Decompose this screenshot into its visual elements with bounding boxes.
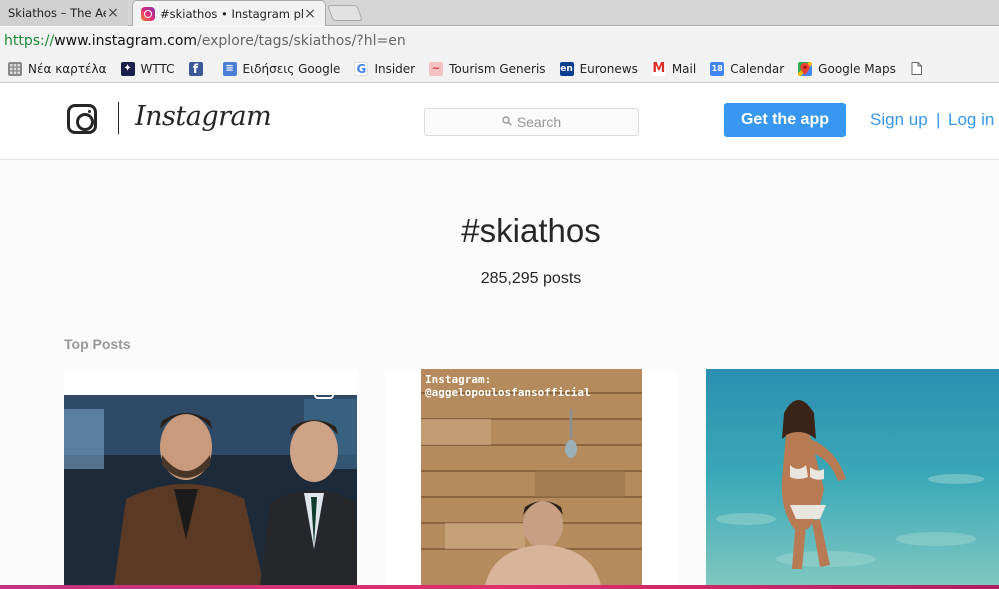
bookmark-label: Google Maps [818, 61, 896, 76]
search-input[interactable]: Search [424, 108, 639, 136]
bookmark-insider[interactable]: G Insider [354, 61, 416, 76]
instagram-camera-icon[interactable] [67, 104, 97, 134]
sign-up-link[interactable]: Sign up [870, 110, 928, 130]
bookmark-label: Mail [671, 61, 697, 76]
bookmark-label: Ειδήσεις Google [242, 61, 341, 76]
page-bottom-gradient-bar [0, 585, 999, 589]
instagram-favicon-icon [141, 6, 155, 21]
instagram-header: Instagram Search Get the app Sign up | L… [0, 83, 999, 160]
top-post-3[interactable] [706, 369, 999, 585]
hashtag-title: #skiathos [461, 212, 601, 249]
bookmark-google-news[interactable]: ≡ Ειδήσεις Google [222, 61, 341, 76]
url-path: /explore/tags/skiathos/?hl=en [197, 33, 406, 49]
browser-tab-skiathos[interactable]: Skiathos – The Aeg × [0, 0, 128, 26]
google-icon: G [354, 61, 369, 76]
log-in-link[interactable]: Log in [948, 110, 994, 130]
tourism-generis-icon: ~ [429, 61, 444, 76]
bookmark-euronews[interactable]: en Euronews [559, 61, 638, 76]
post-3-image [706, 369, 999, 585]
bookmarks-bar: Νέα καρτέλα ✦ WTTC f ≡ Ειδήσεις Google G… [0, 55, 999, 83]
close-tab-icon[interactable]: × [303, 6, 317, 22]
top-posts-heading: Top Posts [64, 336, 131, 352]
google-maps-icon [798, 61, 813, 76]
get-the-app-button[interactable]: Get the app [724, 103, 846, 137]
post-1-image [64, 369, 357, 585]
calendar-icon: 18 [710, 61, 725, 76]
bookmark-label: WTTC [140, 61, 175, 76]
facebook-icon: f [188, 61, 203, 76]
close-tab-icon[interactable]: × [106, 5, 120, 21]
tab-title: #skiathos • Instagram pho [160, 6, 303, 21]
top-post-2[interactable]: Instagram: @aggelopoulosfansofficial [385, 369, 678, 585]
auth-separator: | [936, 110, 941, 129]
url-scheme: https:// [4, 33, 55, 49]
bookmark-document[interactable] [910, 62, 930, 76]
bookmark-label: Euronews [579, 61, 638, 76]
google-news-icon: ≡ [222, 61, 237, 76]
instagram-wordmark[interactable]: Instagram [135, 101, 272, 132]
address-bar[interactable]: https://www.instagram.com/explore/tags/s… [0, 27, 999, 55]
bookmark-label: Insider [374, 61, 416, 76]
url-host: www.instagram.com [54, 33, 198, 49]
search-placeholder: Search [516, 114, 562, 130]
bookmark-facebook[interactable]: f [188, 61, 209, 76]
new-tab-button[interactable] [327, 5, 363, 21]
bookmark-label: Calendar [730, 61, 785, 76]
bookmark-calendar[interactable]: 18 Calendar [710, 61, 785, 76]
apps-grid-icon [8, 61, 22, 76]
bookmark-tourism-generis[interactable]: ~ Tourism Generis [429, 61, 546, 76]
top-post-1[interactable] [64, 369, 357, 585]
gmail-icon: M [651, 61, 666, 76]
bookmark-mail[interactable]: M Mail [651, 61, 697, 76]
browser-tab-instagram[interactable]: #skiathos • Instagram pho × [132, 0, 326, 26]
post-count: 285,295 posts [480, 270, 582, 287]
wttc-icon: ✦ [120, 61, 135, 76]
post-2-caption-overlay: Instagram: @aggelopoulosfansofficial [425, 373, 591, 399]
overlay-line: Instagram: [425, 373, 492, 386]
video-icon [314, 381, 334, 399]
search-icon [502, 115, 512, 129]
bookmark-label: Tourism Generis [449, 61, 546, 76]
bookmark-wttc[interactable]: ✦ WTTC [120, 61, 175, 76]
document-icon [910, 62, 924, 76]
post-2-image [385, 369, 678, 585]
browser-tab-strip: Skiathos – The Aeg × #skiathos • Instagr… [0, 0, 999, 26]
bookmark-label: Νέα καρτέλα [28, 61, 107, 76]
logo-divider [118, 102, 119, 134]
tab-title: Skiathos – The Aeg [8, 6, 106, 20]
euronews-icon: en [559, 61, 574, 76]
bookmark-new-tab[interactable]: Νέα καρτέλα [8, 61, 107, 76]
overlay-line: @aggelopoulosfansofficial [425, 386, 591, 399]
bookmark-google-maps[interactable]: Google Maps [798, 61, 896, 76]
